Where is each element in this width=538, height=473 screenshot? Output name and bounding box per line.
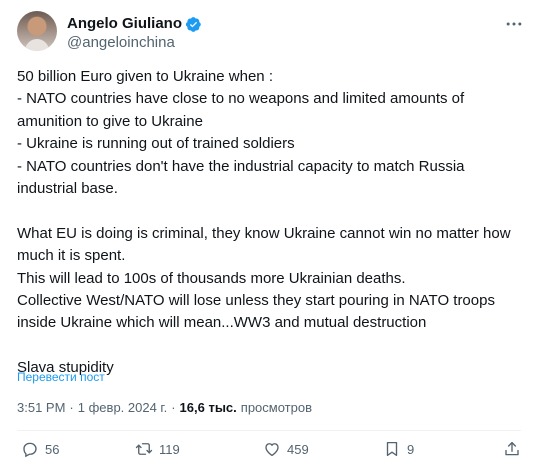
tweet-time[interactable]: 3:51 PM [17,400,65,415]
meta-separator: · [171,400,176,415]
share-button[interactable] [503,440,521,458]
like-icon [265,443,279,457]
retweet-icon [135,443,153,455]
reply-button[interactable]: 56 [21,440,59,458]
author-handle[interactable]: @angeloinchina [67,33,202,52]
tweet-meta: 3:51 PM · 1 февр. 2024 г. · 16,6 тыс. пр… [17,400,312,415]
share-icon [505,441,519,456]
author-names: Angelo Giuliano @angeloinchina [67,15,202,52]
like-count: 459 [287,441,309,457]
tweet-text: 50 billion Euro given to Ukraine when : … [17,68,511,377]
retweet-count: 119 [159,441,180,457]
author-name-row: Angelo Giuliano [67,15,202,33]
meta-separator: · [69,400,74,415]
avatar[interactable] [17,11,57,51]
bookmark-icon [386,441,398,457]
translate-link[interactable]: Перевести пост [17,370,105,384]
tweet-date[interactable]: 1 февр. 2024 г. [78,400,167,415]
views-count: 16,6 тыс. [179,400,237,415]
divider [17,430,521,431]
author-name[interactable]: Angelo Giuliano [67,15,182,33]
retweet-button[interactable]: 119 [135,440,180,458]
verified-badge-icon [185,16,201,32]
more-icon[interactable] [504,14,524,34]
reply-count: 56 [45,441,60,457]
reply-icon [23,442,37,458]
views-label: просмотров [240,400,312,415]
tweet-card: Angelo Giuliano @angeloinchina 50 billio… [0,0,538,473]
action-bar: 56 119 459 9 [17,440,521,464]
bookmark-count: 9 [407,441,415,457]
like-button[interactable]: 459 [263,440,309,458]
tweet-header: Angelo Giuliano @angeloinchina [17,11,202,52]
bookmark-button[interactable]: 9 [383,440,414,458]
